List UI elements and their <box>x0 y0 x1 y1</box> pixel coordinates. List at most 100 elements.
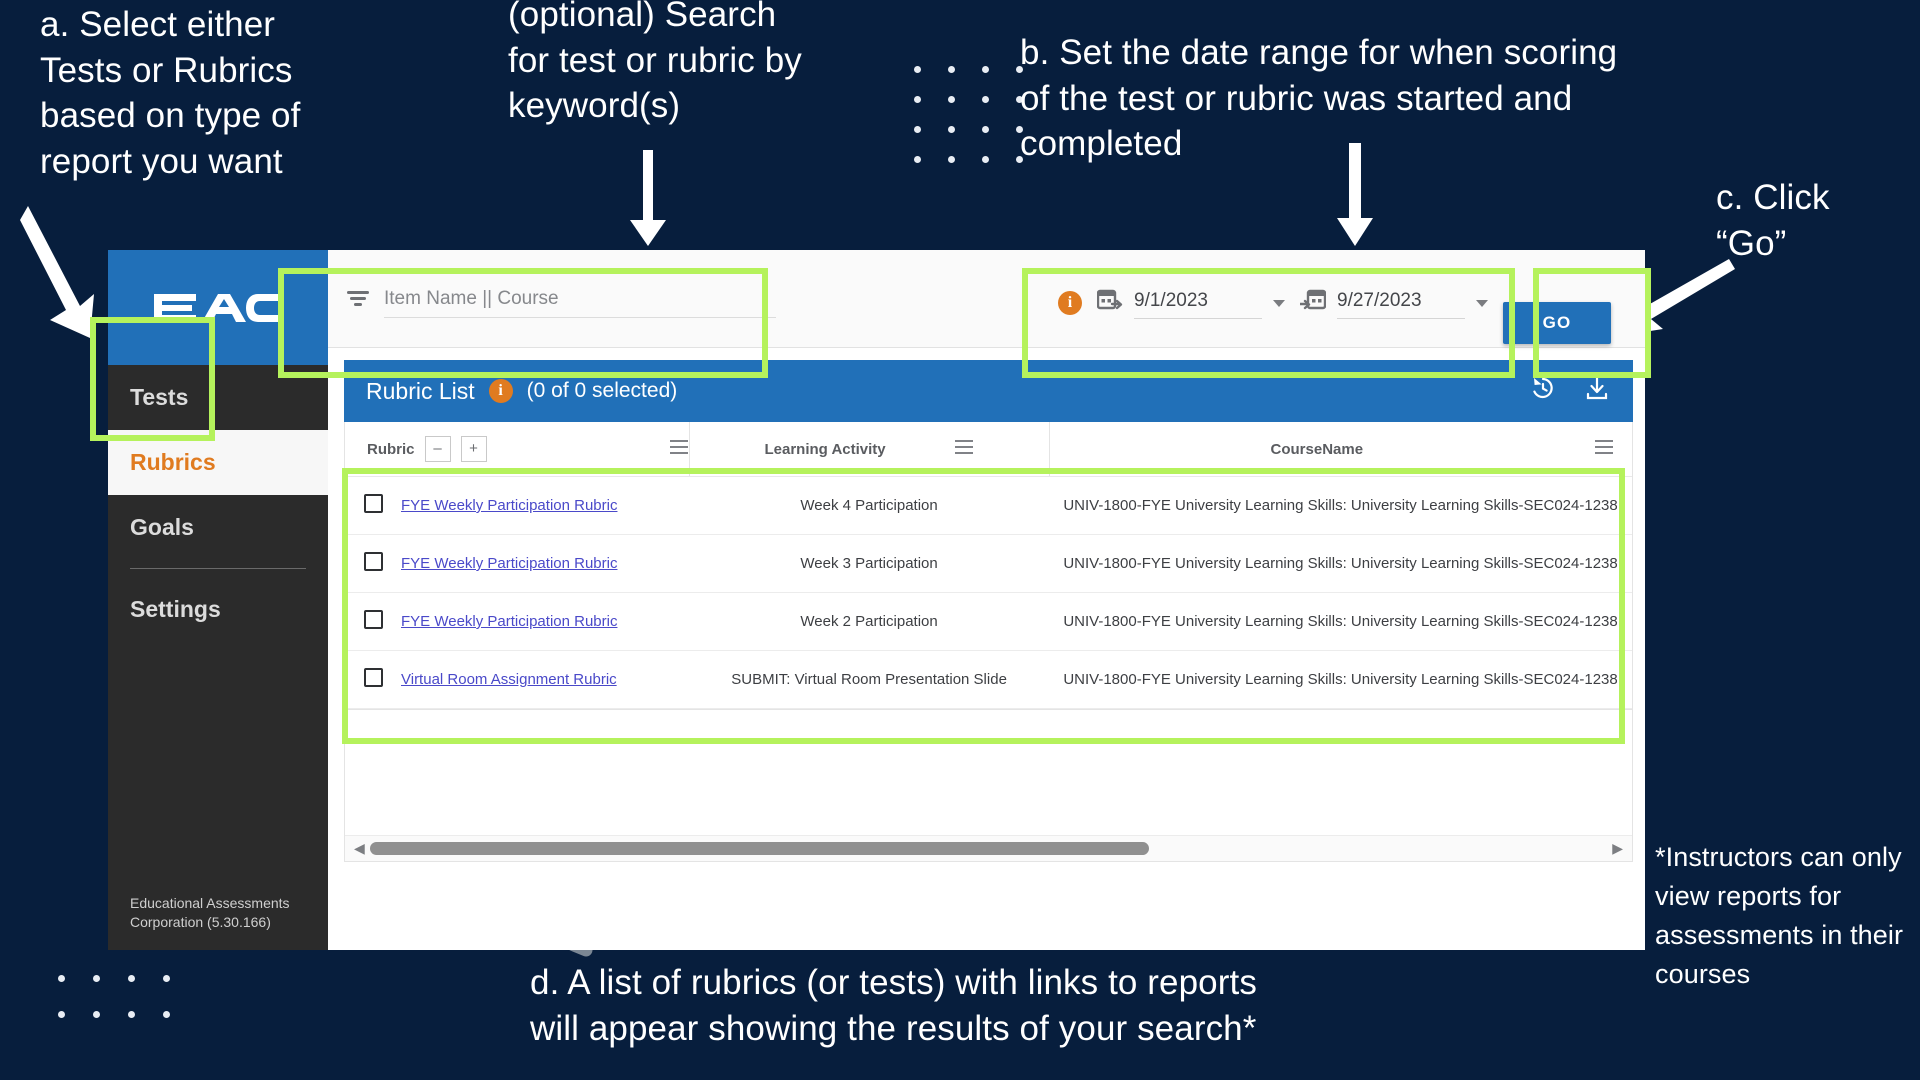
start-date-value: 9/1/2023 <box>1134 290 1262 319</box>
rubric-name-cell[interactable]: FYE Weekly Participation Rubric <box>401 592 690 651</box>
arrow-to-dates-icon <box>1337 143 1373 246</box>
decorative-dot <box>914 96 921 103</box>
learning-activity-cell: Week 2 Participation <box>689 592 1050 651</box>
decorative-dot <box>982 156 989 163</box>
decorative-dot <box>128 975 135 982</box>
download-icon[interactable] <box>1583 374 1611 408</box>
filter-icon <box>347 291 369 306</box>
decorative-dot <box>93 1011 100 1018</box>
rubric-name-cell[interactable]: FYE Weekly Participation Rubric <box>401 476 690 535</box>
column-header-learning-activity: Learning Activity <box>688 422 1050 477</box>
decorative-dot <box>58 1011 65 1018</box>
sidebar-item-label: Goals <box>130 514 194 540</box>
hamburger-menu-icon[interactable] <box>954 439 974 459</box>
sidebar-item-rubrics[interactable]: Rubrics <box>108 430 328 495</box>
coursename-cell: UNIV-1800-FYE University Learning Skills… <box>1049 650 1632 709</box>
rubric-name-cell[interactable]: Virtual Room Assignment Rubric <box>401 650 690 709</box>
column-header-coursename: CourseName <box>1048 422 1632 477</box>
scroll-left-icon[interactable]: ◀ <box>349 840 370 857</box>
hamburger-menu-icon[interactable] <box>669 439 689 459</box>
date-range-group: i 9/1/2023 9/27/2023 <box>1058 287 1488 319</box>
table-row[interactable]: FYE Weekly Participation Rubric Week 3 Pa… <box>345 534 1632 593</box>
row-checkbox-cell[interactable] <box>345 476 401 535</box>
sidebar: Tests Rubrics Goals Settings Educational… <box>108 250 328 950</box>
table-row[interactable]: FYE Weekly Participation Rubric Week 4 Pa… <box>345 476 1632 535</box>
sidebar-item-settings[interactable]: Settings <box>108 577 328 642</box>
row-checkbox-cell[interactable] <box>345 592 401 651</box>
info-icon[interactable]: i <box>488 379 513 403</box>
search-input[interactable] <box>384 288 776 318</box>
rubric-list-panel: Rubric List i (0 of 0 selected) Rubric –… <box>344 360 1633 944</box>
scrollbar-thumb[interactable] <box>369 842 1150 855</box>
annotation-optional-search: (optional) Search for test or rubric by … <box>508 0 802 125</box>
decorative-dot <box>948 126 955 133</box>
horizontal-scrollbar[interactable]: ◀ ▶ <box>345 835 1632 861</box>
row-checkbox[interactable] <box>363 494 383 513</box>
decorative-dot <box>948 156 955 163</box>
rubric-name-cell[interactable]: FYE Weekly Participation Rubric <box>401 534 690 593</box>
decorative-dot <box>948 66 955 73</box>
calendar-end-icon <box>1300 289 1326 310</box>
column-label: Rubric <box>367 440 415 458</box>
end-date-picker[interactable]: 9/27/2023 <box>1300 287 1488 319</box>
row-checkbox[interactable] <box>363 668 383 687</box>
info-icon[interactable]: i <box>1058 291 1082 315</box>
eac-logo <box>108 250 328 365</box>
collapse-column-button[interactable]: – <box>424 436 451 462</box>
arrow-to-search-icon <box>630 150 666 246</box>
sidebar-item-label: Rubrics <box>130 449 216 475</box>
calendar-start-icon <box>1097 289 1123 310</box>
search-field-group <box>346 288 776 318</box>
start-date-picker[interactable]: 9/1/2023 <box>1097 287 1285 319</box>
decorative-dot <box>58 975 65 982</box>
row-checkbox[interactable] <box>363 552 383 571</box>
row-checkbox[interactable] <box>363 610 383 629</box>
sidebar-item-tests[interactable]: Tests <box>108 365 328 430</box>
filter-toolbar: i 9/1/2023 <box>328 250 1645 348</box>
scroll-right-icon[interactable]: ▶ <box>1607 840 1628 857</box>
go-button[interactable]: GO <box>1503 302 1611 344</box>
history-restore-icon[interactable] <box>1529 374 1557 408</box>
rubric-list-title: Rubric List <box>366 377 475 404</box>
decorative-dot <box>948 96 955 103</box>
hamburger-menu-icon[interactable] <box>1594 439 1614 459</box>
table-row[interactable]: Virtual Room Assignment Rubric SUBMIT: Vi… <box>345 650 1632 709</box>
annotation-c: c. Click “Go” <box>1716 178 1830 263</box>
column-label: CourseName <box>1270 440 1364 458</box>
row-checkbox-cell[interactable] <box>345 650 401 709</box>
annotation-footnote: *Instructors can only view reports for a… <box>1655 842 1904 990</box>
chevron-down-icon[interactable] <box>1273 300 1285 307</box>
scrollbar-track[interactable] <box>369 842 1607 855</box>
table-head: Rubric – + Learning Activity CourseName <box>345 422 1632 477</box>
decorative-dot <box>982 66 989 73</box>
table-body: FYE Weekly Participation Rubric Week 4 Pa… <box>345 476 1632 709</box>
slide-canvas: a. Select either Tests or Rubrics based … <box>0 0 1920 1080</box>
decorative-dot <box>163 1011 170 1018</box>
coursename-cell: UNIV-1800-FYE University Learning Skills… <box>1049 476 1632 535</box>
end-date-value: 9/27/2023 <box>1337 290 1465 319</box>
rubric-report-link[interactable]: FYE Weekly Participation Rubric <box>401 497 617 514</box>
decorative-dot <box>914 66 921 73</box>
rubric-report-link[interactable]: FYE Weekly Participation Rubric <box>401 613 617 630</box>
learning-activity-cell: Week 4 Participation <box>689 476 1050 535</box>
main-content: i 9/1/2023 <box>328 250 1645 950</box>
sidebar-item-label: Settings <box>130 596 221 622</box>
decorative-dot <box>93 975 100 982</box>
sidebar-item-goals[interactable]: Goals <box>108 495 328 560</box>
sidebar-footer-version: Educational Assessments Corporation (5.3… <box>130 895 290 931</box>
coursename-cell: UNIV-1800-FYE University Learning Skills… <box>1049 592 1632 651</box>
table-row[interactable]: FYE Weekly Participation Rubric Week 2 Pa… <box>345 592 1632 651</box>
row-checkbox-cell[interactable] <box>345 534 401 593</box>
rubric-report-link[interactable]: FYE Weekly Participation Rubric <box>401 555 617 572</box>
decorative-dot <box>914 126 921 133</box>
learning-activity-cell: SUBMIT: Virtual Room Presentation Slide <box>689 650 1050 709</box>
expand-column-button[interactable]: + <box>460 436 487 462</box>
rubric-table-wrapper: Rubric – + Learning Activity CourseName … <box>344 422 1633 710</box>
decorative-dot <box>128 1011 135 1018</box>
table-header-row: Rubric – + Learning Activity CourseName <box>345 422 1632 477</box>
annotation-a: a. Select either Tests or Rubrics based … <box>40 5 301 181</box>
coursename-cell: UNIV-1800-FYE University Learning Skills… <box>1049 534 1632 593</box>
selected-count: (0 of 0 selected) <box>526 379 678 402</box>
rubric-report-link[interactable]: Virtual Room Assignment Rubric <box>401 671 617 688</box>
chevron-down-icon[interactable] <box>1476 300 1488 307</box>
